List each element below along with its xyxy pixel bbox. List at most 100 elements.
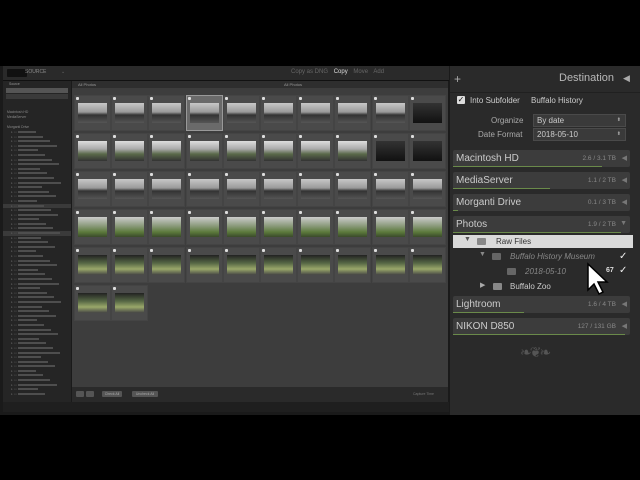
include-checkbox[interactable] xyxy=(113,173,117,176)
photo-thumbnail-cell[interactable] xyxy=(222,95,260,131)
mode-copy[interactable]: Copy xyxy=(334,69,348,75)
include-checkbox[interactable] xyxy=(410,173,414,176)
include-checkbox[interactable] xyxy=(224,173,228,176)
add-destination-icon[interactable]: + xyxy=(454,72,461,86)
expand-triangle-icon[interactable]: ◀ xyxy=(622,300,627,308)
loupe-view-icon[interactable] xyxy=(86,391,94,397)
disclosure-triangle-icon[interactable]: ▼ xyxy=(479,251,486,258)
photo-thumbnail-cell[interactable] xyxy=(111,133,149,169)
include-checkbox[interactable] xyxy=(410,135,414,138)
expand-triangle-icon[interactable]: ◀ xyxy=(622,176,627,184)
photo-thumbnail-cell[interactable] xyxy=(260,171,297,207)
folder-checkmark-icon[interactable]: ✓ xyxy=(619,251,627,262)
source-row[interactable] xyxy=(6,94,68,99)
photo-thumbnail-cell[interactable] xyxy=(260,247,297,283)
include-checkbox[interactable] xyxy=(76,97,79,100)
include-checkbox[interactable] xyxy=(299,173,303,176)
photo-thumbnail-cell[interactable] xyxy=(408,95,446,131)
photo-thumbnail-cell[interactable] xyxy=(260,95,297,131)
mode-copy-as-dng[interactable]: Copy as DNG xyxy=(291,69,328,75)
volume-lightroom[interactable]: Lightroom 1.6 / 4 TB ◀ xyxy=(453,296,630,313)
include-checkbox[interactable] xyxy=(262,211,265,214)
include-checkbox[interactable] xyxy=(150,97,154,100)
photo-thumbnail-cell[interactable] xyxy=(408,209,446,245)
photo-thumbnail-cell[interactable] xyxy=(297,171,335,207)
check-all-button[interactable]: Check All xyxy=(102,391,122,397)
uncheck-all-button[interactable]: Uncheck All xyxy=(132,391,158,397)
volume-morganti-drive[interactable]: Morganti Drive 0.1 / 3 TB ◀ xyxy=(453,194,630,211)
include-checkbox[interactable] xyxy=(299,135,303,138)
photo-thumbnail-cell[interactable] xyxy=(111,171,149,207)
include-checkbox[interactable] xyxy=(76,287,79,290)
include-checkbox[interactable] xyxy=(187,249,191,252)
organize-select[interactable]: By date ⬍ xyxy=(533,114,626,127)
include-checkbox[interactable] xyxy=(150,249,154,252)
photo-thumbnail-cell[interactable] xyxy=(148,95,186,131)
sort-label[interactable]: Capture Time xyxy=(413,392,434,396)
include-checkbox[interactable] xyxy=(113,211,117,214)
photo-thumbnail-cell[interactable] xyxy=(185,133,223,169)
include-checkbox[interactable] xyxy=(336,135,340,138)
include-checkbox[interactable] xyxy=(410,97,414,100)
photo-thumbnail-cell[interactable] xyxy=(111,209,149,245)
folder-row-raw-files[interactable]: ▼ Raw Files xyxy=(453,235,633,248)
include-checkbox[interactable] xyxy=(373,211,377,214)
include-checkbox[interactable] xyxy=(262,173,265,176)
include-checkbox[interactable] xyxy=(262,97,265,100)
include-checkbox[interactable] xyxy=(410,249,414,252)
photo-thumbnail-cell[interactable] xyxy=(74,209,111,245)
photo-thumbnail-cell[interactable] xyxy=(111,285,149,321)
photo-thumbnail-cell[interactable] xyxy=(148,171,186,207)
photo-thumbnail-cell[interactable] xyxy=(371,247,409,283)
volume-mediaserver[interactable]: MediaServer 1.1 / 2 TB ◀ xyxy=(453,172,630,189)
photo-thumbnail-cell[interactable] xyxy=(371,209,409,245)
chevron-down-icon[interactable]: ⌄ xyxy=(61,69,65,75)
folder-checkmark-icon[interactable]: ✓ xyxy=(619,265,627,276)
destination-header[interactable]: + Destination ◀ xyxy=(450,66,640,93)
include-checkbox[interactable] xyxy=(113,97,117,100)
expand-triangle-icon[interactable]: ◀ xyxy=(622,322,627,330)
grid-header-left[interactable]: All Photos xyxy=(78,81,96,88)
disclosure-triangle-icon[interactable]: ▼ xyxy=(464,236,471,243)
expand-triangle-icon[interactable]: ◀ xyxy=(622,154,627,162)
volume-macintosh-hd[interactable]: Macintosh HD 2.6 / 3.1 TB ◀ xyxy=(453,150,630,167)
photo-thumbnail-cell[interactable] xyxy=(74,285,111,321)
include-checkbox[interactable] xyxy=(336,249,340,252)
include-checkbox[interactable] xyxy=(224,135,228,138)
include-checkbox[interactable] xyxy=(150,211,154,214)
include-checkbox[interactable] xyxy=(76,173,79,176)
photo-thumbnail-cell[interactable] xyxy=(334,209,372,245)
photo-thumbnail-cell[interactable] xyxy=(408,171,446,207)
photo-thumbnail-cell[interactable] xyxy=(111,95,149,131)
photo-thumbnail-cell[interactable] xyxy=(148,133,186,169)
photo-thumbnail-cell[interactable] xyxy=(297,209,335,245)
photo-thumbnail-cell[interactable] xyxy=(74,133,111,169)
photo-thumbnail-cell[interactable] xyxy=(185,209,223,245)
include-checkbox[interactable] xyxy=(187,211,191,214)
include-checkbox[interactable] xyxy=(76,249,79,252)
photo-thumbnail-cell[interactable] xyxy=(185,247,223,283)
collapse-triangle-icon[interactable]: ◀ xyxy=(623,73,630,84)
include-checkbox[interactable] xyxy=(299,249,303,252)
photo-thumbnail-cell[interactable] xyxy=(297,247,335,283)
date-format-select[interactable]: 2018-05-10 ⬍ xyxy=(533,128,626,141)
grid-view-icon[interactable] xyxy=(76,391,84,397)
photo-thumbnail-cell[interactable] xyxy=(334,133,372,169)
source-panel-header[interactable]: Source xyxy=(3,81,71,87)
include-checkbox[interactable] xyxy=(150,135,154,138)
include-checkbox[interactable] xyxy=(262,135,265,138)
include-checkbox[interactable] xyxy=(224,249,228,252)
include-checkbox[interactable] xyxy=(373,97,377,100)
include-checkbox[interactable] xyxy=(76,211,79,214)
include-checkbox[interactable] xyxy=(113,287,117,290)
expand-triangle-icon[interactable]: ◀ xyxy=(622,198,627,206)
subfolder-name-field[interactable]: Buffalo History xyxy=(531,96,583,105)
photo-thumbnail-cell[interactable] xyxy=(408,247,446,283)
photo-thumbnail-cell[interactable] xyxy=(148,209,186,245)
photo-thumbnail-cell[interactable] xyxy=(297,95,335,131)
mode-move[interactable]: Move xyxy=(353,69,368,75)
photo-thumbnail-cell[interactable] xyxy=(74,95,111,131)
photo-thumbnail-cell[interactable] xyxy=(222,247,260,283)
photo-thumbnail-cell[interactable] xyxy=(371,95,409,131)
photo-thumbnail-cell[interactable] xyxy=(148,247,186,283)
